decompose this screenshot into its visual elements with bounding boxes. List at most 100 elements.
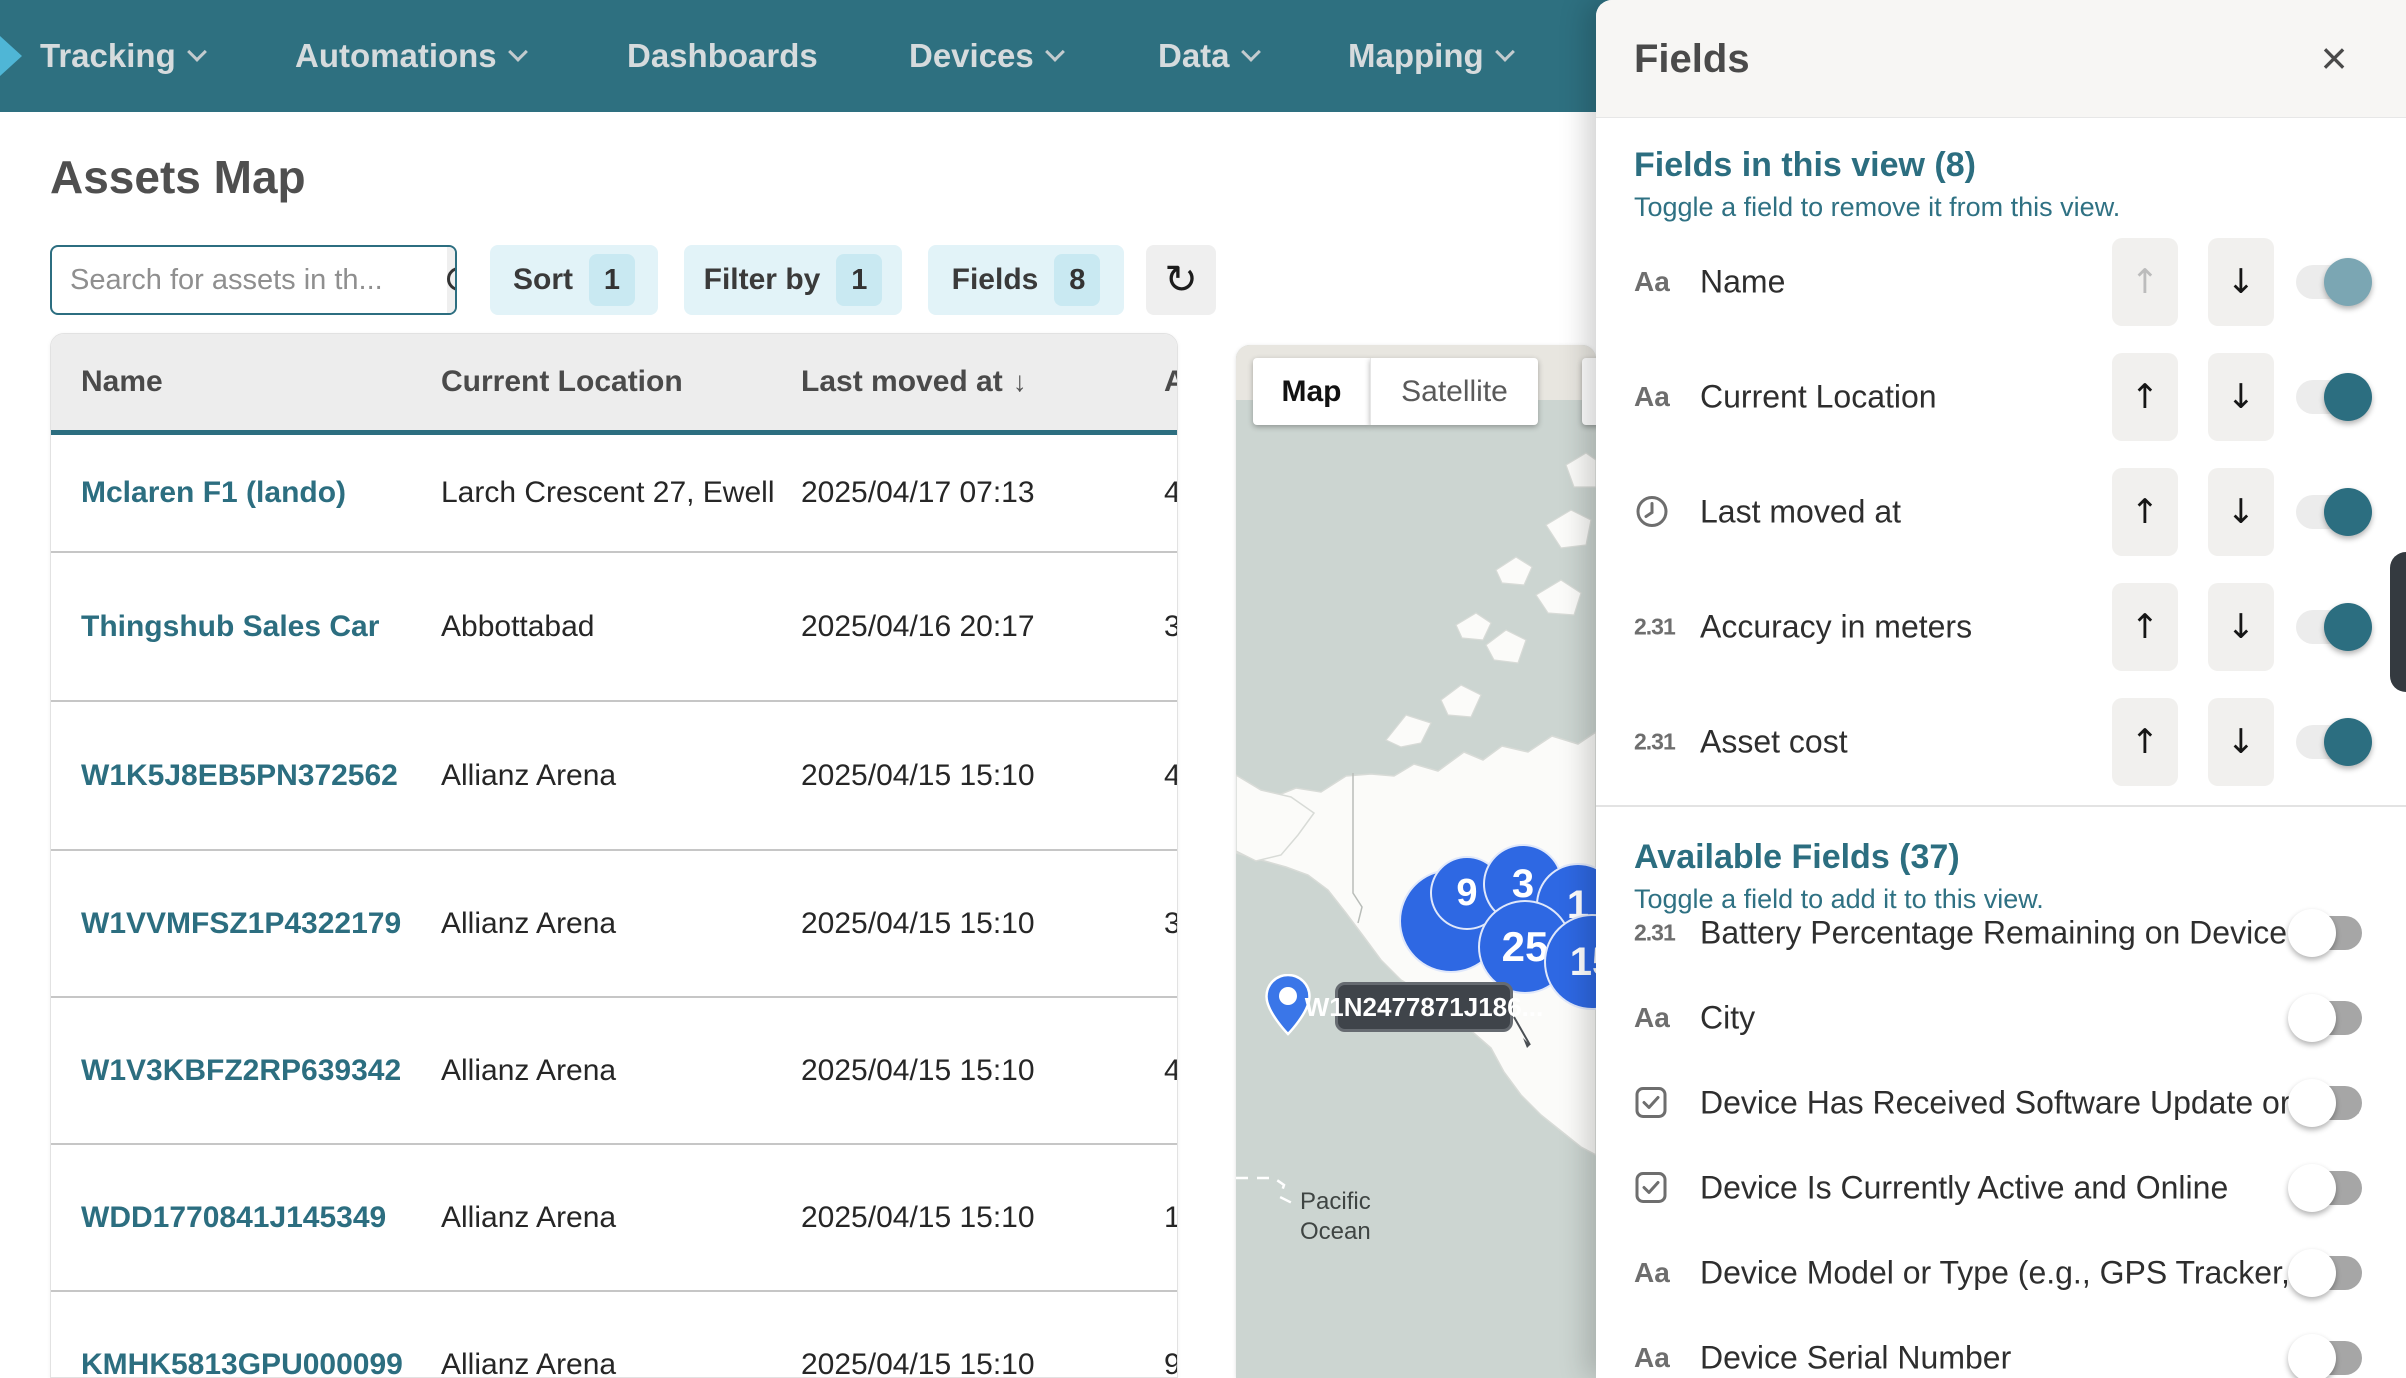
filter-count-badge: 1 — [836, 254, 882, 306]
field-row-city: Aa City — [1596, 988, 2406, 1048]
nav-item-dashboards[interactable]: Dashboards — [627, 0, 818, 112]
in-view-subheading: Toggle a field to remove it from this vi… — [1634, 192, 2120, 223]
search-button[interactable] — [447, 247, 457, 313]
field-toggle[interactable] — [2296, 1341, 2362, 1375]
move-up-button[interactable]: ↑ — [2112, 353, 2178, 441]
number-type-icon: 2.31 — [1634, 729, 1690, 756]
edge-tab[interactable] — [2390, 552, 2406, 692]
close-icon: × — [2321, 31, 2348, 85]
refresh-button[interactable]: ↻ — [1146, 245, 1216, 315]
move-down-button[interactable]: ↓ — [2208, 468, 2274, 556]
asset-name-link[interactable]: KMHK5813GPU000099 — [81, 1348, 403, 1378]
col-current-location[interactable]: Current Location — [441, 334, 683, 430]
search-input[interactable] — [52, 247, 447, 313]
number-type-icon: 2.31 — [1634, 614, 1690, 641]
table-row[interactable]: W1K5J8EB5PN372562 Allianz Arena 2025/04/… — [51, 700, 1177, 849]
sort-count-badge: 1 — [589, 254, 635, 306]
clock-icon — [1634, 490, 1690, 535]
field-toggle[interactable] — [2296, 265, 2362, 299]
field-toggle[interactable] — [2296, 1086, 2362, 1120]
text-type-icon: Aa — [1634, 1342, 1690, 1374]
field-row-last-moved-at: Last moved at ↑ ↓ — [1596, 468, 2406, 556]
text-type-icon: Aa — [1634, 266, 1690, 298]
asset-tooltip[interactable]: W1N2477871J186... — [1335, 982, 1513, 1032]
chevron-down-icon — [1495, 42, 1515, 62]
asset-name-link[interactable]: WDD1770841J145349 — [81, 1201, 386, 1235]
field-toggle[interactable] — [2296, 1256, 2362, 1290]
chevron-down-icon — [1241, 42, 1261, 62]
move-down-button[interactable]: ↓ — [2208, 583, 2274, 671]
asset-name-link[interactable]: Thingshub Sales Car — [81, 610, 379, 644]
asset-name-link[interactable]: Mclaren F1 (lando) — [81, 476, 346, 510]
assets-table: Name Current Location Last moved at ↓ A … — [50, 333, 1178, 1378]
nav-item-devices[interactable]: Devices — [909, 0, 1062, 112]
asset-name-link[interactable]: W1K5J8EB5PN372562 — [81, 759, 398, 793]
asset-search — [50, 245, 457, 315]
nav-item-mapping[interactable]: Mapping — [1348, 0, 1512, 112]
field-toggle[interactable] — [2296, 495, 2362, 529]
chevron-down-icon — [508, 42, 528, 62]
text-type-icon: Aa — [1634, 381, 1690, 413]
fields-panel-header: Fields × — [1596, 0, 2406, 118]
section-divider — [1596, 805, 2406, 807]
field-row-battery: 2.31 Battery Percentage Remaining on Dev… — [1596, 903, 2406, 963]
assets-map-panel[interactable]: Map Satellite 9 3 1 25 15 W1N2477871J186… — [1236, 345, 1596, 1378]
table-row[interactable]: WDD1770841J145349 Allianz Arena 2025/04/… — [51, 1143, 1177, 1290]
field-toggle[interactable] — [2296, 610, 2362, 644]
assets-map-page: Tracking Automations Dashboards Devices … — [0, 0, 2406, 1378]
move-up-button[interactable]: ↑ — [2112, 583, 2178, 671]
move-down-button[interactable]: ↓ — [2208, 698, 2274, 786]
sort-button[interactable]: Sort 1 — [490, 245, 658, 315]
field-toggle[interactable] — [2296, 1001, 2362, 1035]
checkbox-type-icon — [1634, 1167, 1690, 1210]
col-accuracy[interactable]: A — [1164, 334, 1178, 430]
field-toggle[interactable] — [2296, 725, 2362, 759]
filter-button[interactable]: Filter by 1 — [684, 245, 902, 315]
col-name[interactable]: Name — [81, 334, 163, 430]
checkbox-type-icon — [1634, 1082, 1690, 1125]
number-type-icon: 2.31 — [1634, 920, 1690, 947]
field-row-device-model: Aa Device Model or Type (e.g., GPS Track… — [1596, 1243, 2406, 1303]
field-toggle[interactable] — [2296, 916, 2362, 950]
move-down-button[interactable]: ↓ — [2208, 238, 2274, 326]
in-view-heading: Fields in this view (8) — [1634, 146, 1976, 185]
table-row[interactable]: Mclaren F1 (lando) Larch Crescent 27, Ew… — [51, 435, 1177, 551]
move-up-button[interactable]: ↑ — [2112, 698, 2178, 786]
satellite-type-button[interactable]: Satellite — [1370, 358, 1538, 425]
nav-collapse-arrow-icon[interactable] — [0, 36, 22, 76]
move-up-button[interactable]: ↑ — [2112, 238, 2178, 326]
text-type-icon: Aa — [1634, 1002, 1690, 1034]
field-row-software-update: Device Has Received Software Update or F… — [1596, 1073, 2406, 1133]
field-row-accuracy: 2.31 Accuracy in meters ↑ ↓ — [1596, 583, 2406, 671]
field-row-current-location: Aa Current Location ↑ ↓ — [1596, 353, 2406, 441]
table-row[interactable]: W1V3KBFZ2RP639342 Allianz Arena 2025/04/… — [51, 996, 1177, 1143]
map-type-button[interactable]: Map — [1253, 358, 1370, 425]
field-toggle[interactable] — [2296, 1171, 2362, 1205]
col-last-moved-at[interactable]: Last moved at ↓ — [801, 334, 1027, 430]
field-toggle[interactable] — [2296, 380, 2362, 414]
nav-item-data[interactable]: Data — [1158, 0, 1258, 112]
table-row[interactable]: W1VVMFSZ1P4322179 Allianz Arena 2025/04/… — [51, 849, 1177, 996]
field-row-asset-cost: 2.31 Asset cost ↑ ↓ — [1596, 698, 2406, 786]
map-extra-control[interactable] — [1582, 358, 1596, 425]
asset-name-link[interactable]: W1V3KBFZ2RP639342 — [81, 1054, 401, 1088]
chevron-down-icon — [1045, 42, 1065, 62]
move-up-button[interactable]: ↑ — [2112, 468, 2178, 556]
chevron-down-icon — [187, 42, 207, 62]
field-row-serial-number: Aa Device Serial Number — [1596, 1328, 2406, 1378]
table-row[interactable]: Thingshub Sales Car Abbottabad 2025/04/1… — [51, 551, 1177, 700]
text-type-icon: Aa — [1634, 1257, 1690, 1289]
fields-button[interactable]: Fields 8 — [928, 245, 1124, 315]
field-row-name: Aa Name ↑ ↓ — [1596, 238, 2406, 326]
refresh-icon: ↻ — [1164, 257, 1198, 303]
table-header: Name Current Location Last moved at ↓ A — [51, 334, 1177, 435]
table-row[interactable]: KMHK5813GPU000099 Allianz Arena 2025/04/… — [51, 1290, 1177, 1378]
move-down-button[interactable]: ↓ — [2208, 353, 2274, 441]
panel-title: Fields — [1634, 0, 1750, 118]
nav-item-automations[interactable]: Automations — [295, 0, 525, 112]
nav-item-tracking[interactable]: Tracking — [40, 0, 204, 112]
close-button[interactable]: × — [2304, 28, 2364, 88]
asset-name-link[interactable]: W1VVMFSZ1P4322179 — [81, 907, 401, 941]
field-row-active-online: Device Is Currently Active and Online — [1596, 1158, 2406, 1218]
search-icon — [447, 267, 457, 293]
